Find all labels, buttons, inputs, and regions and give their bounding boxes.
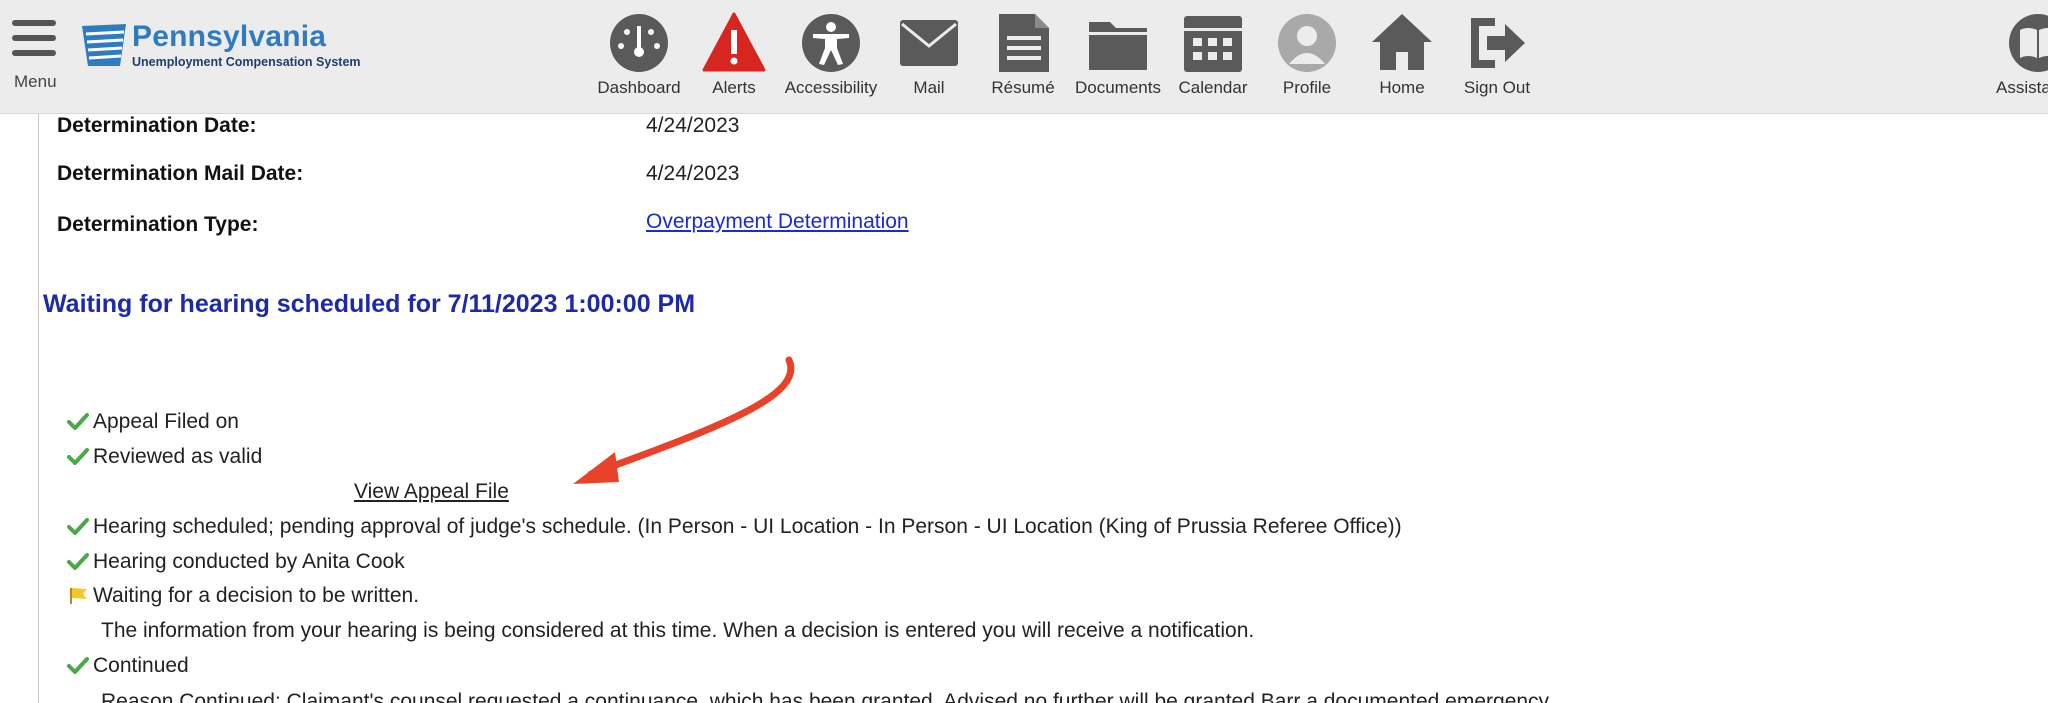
- determination-mail-date-label: Determination Mail Date:: [57, 162, 304, 185]
- checkmark-icon: [67, 657, 89, 674]
- nav-dashboard-label: Dashboard: [597, 78, 681, 97]
- nav-home[interactable]: Home: [1347, 12, 1457, 106]
- step-appeal-filed-text: Appeal Filed on: [93, 410, 239, 433]
- nav-home-label: Home: [1379, 78, 1425, 97]
- step-hearing-conducted-text: Hearing conducted by Anita Cook: [93, 550, 405, 573]
- nav-assistance-label: Assista: [1996, 78, 2048, 97]
- step-continued: Continued: [67, 654, 189, 678]
- menu-label: Menu: [14, 72, 57, 91]
- annotation-arrow-icon: [573, 356, 795, 484]
- waiting-decision-note: The information from your hearing is bei…: [101, 619, 1255, 642]
- profile-icon: [1278, 14, 1336, 72]
- nav-sign-out-label: Sign Out: [1463, 78, 1531, 97]
- step-waiting-decision-text: Waiting for a decision to be written.: [93, 584, 420, 607]
- step-appeal-filed: Appeal Filed on: [67, 410, 239, 434]
- step-hearing-scheduled: Hearing scheduled; pending approval of j…: [67, 515, 1402, 539]
- logo-title: Pennsylvania: [132, 20, 327, 53]
- determination-date-label: Determination Date:: [57, 114, 257, 137]
- determination-date-value: 4/24/2023: [646, 114, 740, 137]
- hamburger-icon: [12, 20, 60, 56]
- checkmark-icon: [67, 553, 89, 570]
- top-navigation-bar: Menu Pennsylvania Unemployment Compensat…: [0, 0, 2048, 114]
- sign-out-icon: [1471, 18, 1525, 68]
- step-hearing-scheduled-text: Hearing scheduled; pending approval of j…: [93, 515, 1402, 538]
- resume-icon: [999, 14, 1049, 72]
- logo-subtitle: Unemployment Compensation System: [132, 55, 361, 69]
- nav-sign-out[interactable]: Sign Out: [1442, 12, 1552, 106]
- determination-type-label: Determination Type:: [57, 213, 259, 236]
- step-waiting-decision: Waiting for a decision to be written.: [67, 584, 419, 608]
- checkmark-icon: [67, 448, 89, 465]
- nav-alerts[interactable]: Alerts: [679, 12, 789, 106]
- step-reviewed-valid-text: Reviewed as valid: [93, 445, 263, 468]
- menu-button[interactable]: Menu: [12, 20, 60, 96]
- hearing-status-heading: Waiting for hearing scheduled for 7/11/2…: [43, 290, 696, 318]
- determination-mail-date-value: 4/24/2023: [646, 162, 740, 185]
- view-appeal-file-link[interactable]: View Appeal File: [354, 480, 509, 504]
- home-icon: [1372, 14, 1432, 70]
- dashboard-icon: [610, 14, 668, 72]
- checkmark-icon: [67, 518, 89, 535]
- nav-alerts-label: Alerts: [712, 78, 756, 97]
- mail-icon: [900, 20, 958, 66]
- nav-profile-label: Profile: [1282, 78, 1332, 97]
- nav-documents[interactable]: Documents: [1063, 12, 1173, 106]
- flag-icon: [70, 588, 87, 604]
- nav-documents-label: Documents: [1075, 78, 1161, 97]
- step-continued-text: Continued: [93, 654, 189, 677]
- nav-accessibility-label: Accessibility: [784, 78, 878, 97]
- step-reviewed-valid: Reviewed as valid: [67, 445, 262, 469]
- main-content: Determination Date: 4/24/2023 Determinat…: [38, 114, 2048, 703]
- keystone-logo-icon: [82, 24, 126, 66]
- alert-icon: [702, 12, 766, 72]
- nav-profile[interactable]: Profile: [1252, 12, 1362, 106]
- nav-dashboard[interactable]: Dashboard: [584, 12, 694, 106]
- accessibility-icon: [802, 14, 860, 72]
- pa-uc-logo[interactable]: Pennsylvania Unemployment Compensation S…: [80, 20, 380, 76]
- nav-accessibility[interactable]: Accessibility: [776, 12, 886, 106]
- nav-assistance[interactable]: Assista: [1990, 12, 2048, 106]
- checkmark-icon: [67, 413, 89, 430]
- nav-resume-label: Résumé: [991, 78, 1055, 97]
- determination-type-link[interactable]: Overpayment Determination: [646, 210, 909, 234]
- folder-icon: [1089, 22, 1147, 70]
- calendar-icon: [1184, 16, 1242, 72]
- step-hearing-conducted: Hearing conducted by Anita Cook: [67, 550, 405, 574]
- continued-reason-note: Reason Continued: Claimant's counsel req…: [101, 690, 1554, 703]
- assistance-book-icon: [2009, 14, 2048, 72]
- nav-resume[interactable]: Résumé: [968, 12, 1078, 106]
